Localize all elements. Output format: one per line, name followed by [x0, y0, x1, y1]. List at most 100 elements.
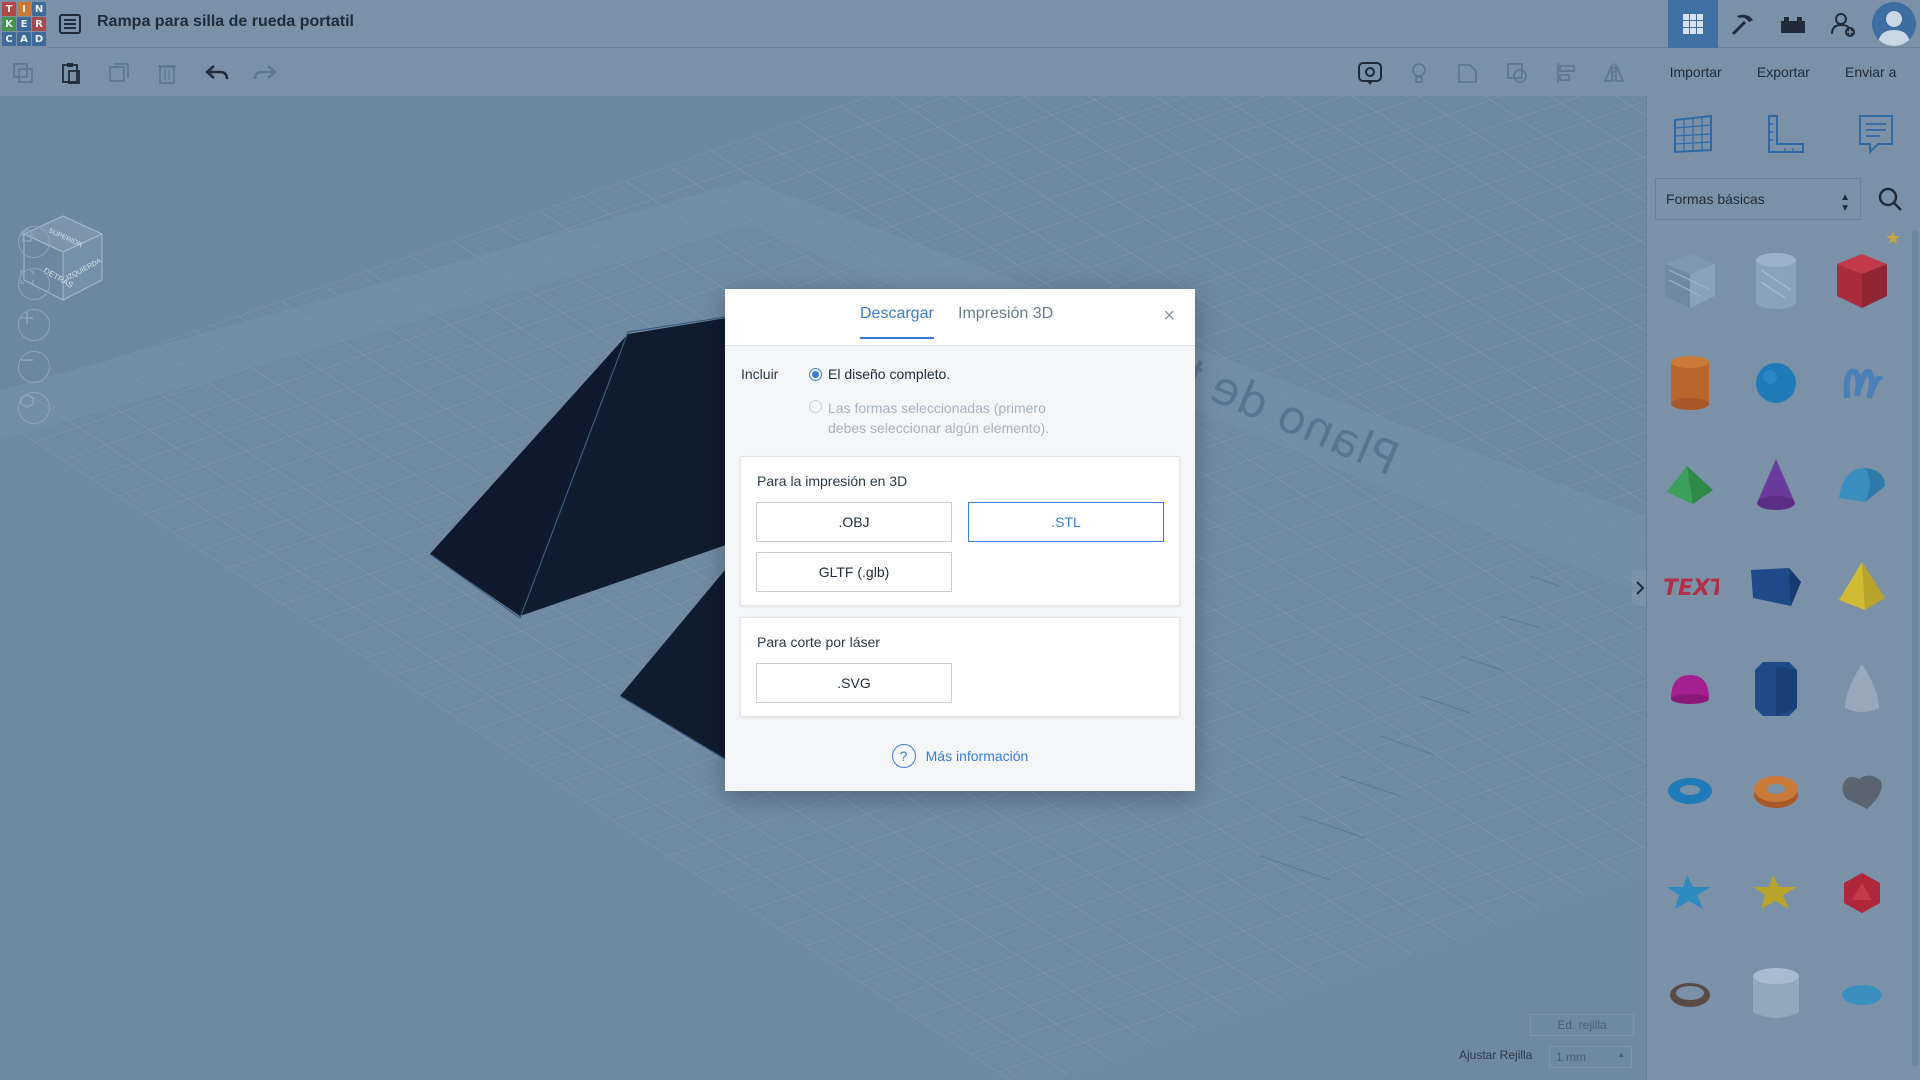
shapes-grid: ★ TEXT [1647, 228, 1909, 1046]
logo-letter: E [17, 17, 31, 31]
copy-icon[interactable] [10, 60, 36, 86]
file-actions: Importar Exportar Enviar a [1646, 48, 1920, 96]
notes-icon[interactable] [1856, 112, 1896, 161]
select-updown-icon: ▲ ▼ [1840, 192, 1850, 214]
logo-letter: A [17, 32, 31, 46]
shape-scribble[interactable] [1819, 332, 1905, 434]
shape-round-roof[interactable] [1819, 434, 1905, 536]
edit-grid-button[interactable]: Ed. rejilla [1530, 1014, 1634, 1036]
mirror-icon[interactable] [1601, 60, 1627, 86]
import-button[interactable]: Importar [1662, 58, 1730, 86]
lightbulb-icon[interactable] [1406, 60, 1432, 86]
search-icon[interactable] [1867, 178, 1913, 220]
shape-star-yellow[interactable] [1733, 842, 1819, 944]
section-laser-title: Para corte por láser [757, 634, 880, 650]
ruler-icon[interactable] [1763, 112, 1807, 161]
3d-view-grid-icon[interactable] [1668, 0, 1718, 48]
help-icon: ? [891, 744, 916, 768]
stl-button[interactable]: .STL [968, 502, 1164, 542]
shape-cylinder-hole[interactable] [1733, 944, 1819, 1046]
group-icon[interactable] [1455, 60, 1481, 86]
zoom-out-icon[interactable] [18, 351, 50, 383]
shape-cylinder-striped[interactable] [1733, 230, 1819, 332]
duplicate-icon[interactable] [106, 60, 132, 86]
perspective-icon[interactable] [18, 392, 50, 424]
shape-pyramid[interactable] [1819, 536, 1905, 638]
paste-icon[interactable] [58, 60, 84, 86]
obj-button[interactable]: .OBJ [756, 502, 952, 542]
snap-grid-label: Ajustar Rejilla [1459, 1048, 1533, 1062]
shape-tube[interactable] [1733, 740, 1819, 842]
blocks-pickaxe-icon[interactable] [1718, 0, 1768, 48]
redo-icon[interactable] [252, 60, 278, 86]
bricks-icon[interactable] [1768, 0, 1818, 48]
trash-icon[interactable] [154, 60, 180, 86]
section-3d-printing: Para la impresión en 3D .OBJ .STL GLTF (… [740, 456, 1180, 606]
shape-wedge[interactable] [1733, 536, 1819, 638]
align-icon[interactable] [1553, 60, 1579, 86]
snap-grid-select[interactable]: 1 mm ▲ [1549, 1046, 1632, 1068]
show-all-eye-icon[interactable] [1357, 60, 1383, 86]
option-full-design[interactable]: El diseño completo. [809, 366, 950, 382]
logo-letter: D [32, 32, 46, 46]
edit-toolbar [0, 48, 1646, 96]
shape-star[interactable] [1647, 842, 1733, 944]
panel-scrollbar[interactable] [1912, 230, 1918, 1066]
include-label: Incluir [741, 366, 779, 382]
option-selected-label-line2: debes seleccionar algún elemento). [828, 420, 1050, 436]
option-selected-shapes: Las formas seleccionadas (primero debes … [809, 398, 1049, 438]
shape-box-striped[interactable] [1647, 230, 1733, 332]
shape-half-sphere[interactable] [1647, 638, 1733, 740]
logo-letter: I [17, 2, 31, 16]
shape-paraboloid[interactable] [1819, 638, 1905, 740]
close-icon[interactable]: × [1163, 305, 1175, 328]
radio-full-design[interactable] [809, 368, 822, 381]
panel-tools [1647, 96, 1920, 170]
shape-polygon[interactable] [1733, 638, 1819, 740]
export-button[interactable]: Exportar [1749, 58, 1818, 86]
tab-3d-print[interactable]: Impresión 3D [958, 305, 1053, 337]
dialog-header: Descargar Impresión 3D × [725, 289, 1195, 346]
logo-letter: T [2, 2, 16, 16]
shapes-panel: Formas básicas ▲ ▼ ★ TEXT [1646, 96, 1920, 1080]
top-right-controls [1668, 0, 1920, 48]
export-dialog: Descargar Impresión 3D × Incluir El dise… [725, 289, 1195, 791]
ungroup-icon[interactable] [1504, 60, 1530, 86]
shape-heart[interactable] [1819, 740, 1905, 842]
shape-ellipsoid[interactable] [1819, 944, 1905, 1046]
shape-ring[interactable] [1647, 944, 1733, 1046]
gltf-button[interactable]: GLTF (.glb) [756, 552, 952, 592]
shape-roof[interactable] [1647, 434, 1733, 536]
design-list-icon[interactable] [58, 12, 82, 36]
logo-letter: C [2, 32, 16, 46]
shape-cone[interactable] [1733, 434, 1819, 536]
undo-icon[interactable] [204, 60, 230, 86]
svg-text:TEXT: TEXT [1663, 576, 1719, 601]
section-3d-title: Para la impresión en 3D [757, 473, 908, 489]
shape-sphere[interactable] [1733, 332, 1819, 434]
more-info-link[interactable]: ? Más información [725, 744, 1195, 768]
shape-text[interactable]: TEXT [1647, 536, 1733, 638]
user-avatar[interactable] [1872, 2, 1916, 46]
logo-letter: R [32, 17, 46, 31]
zoom-in-icon[interactable] [18, 309, 50, 341]
option-selected-label-line1: Las formas seleccionadas (primero [828, 400, 1046, 416]
shapes-category-value: Formas básicas [1666, 191, 1765, 207]
svg-button[interactable]: .SVG [756, 663, 952, 703]
add-user-icon[interactable] [1818, 0, 1868, 48]
shape-torus[interactable] [1647, 740, 1733, 842]
more-info-label: Más información [925, 748, 1029, 764]
favorite-star-icon: ★ [1884, 228, 1901, 248]
shapes-category-select[interactable]: Formas básicas ▲ ▼ [1655, 178, 1861, 220]
option-full-label: El diseño completo. [828, 366, 951, 382]
send-to-button[interactable]: Enviar a [1837, 58, 1904, 86]
shape-box[interactable]: ★ [1819, 228, 1905, 332]
tinkercad-logo[interactable]: T I N K E R C A D [0, 0, 48, 48]
fit-view-icon[interactable] [18, 268, 50, 300]
design-title[interactable]: Rampa para silla de rueda portatil [97, 13, 354, 31]
home-view-icon[interactable] [18, 226, 50, 258]
tab-download[interactable]: Descargar [860, 305, 934, 339]
shape-cylinder[interactable] [1647, 332, 1733, 434]
workplane-grid-icon[interactable] [1671, 112, 1715, 161]
shape-icosahedron[interactable] [1819, 842, 1905, 944]
